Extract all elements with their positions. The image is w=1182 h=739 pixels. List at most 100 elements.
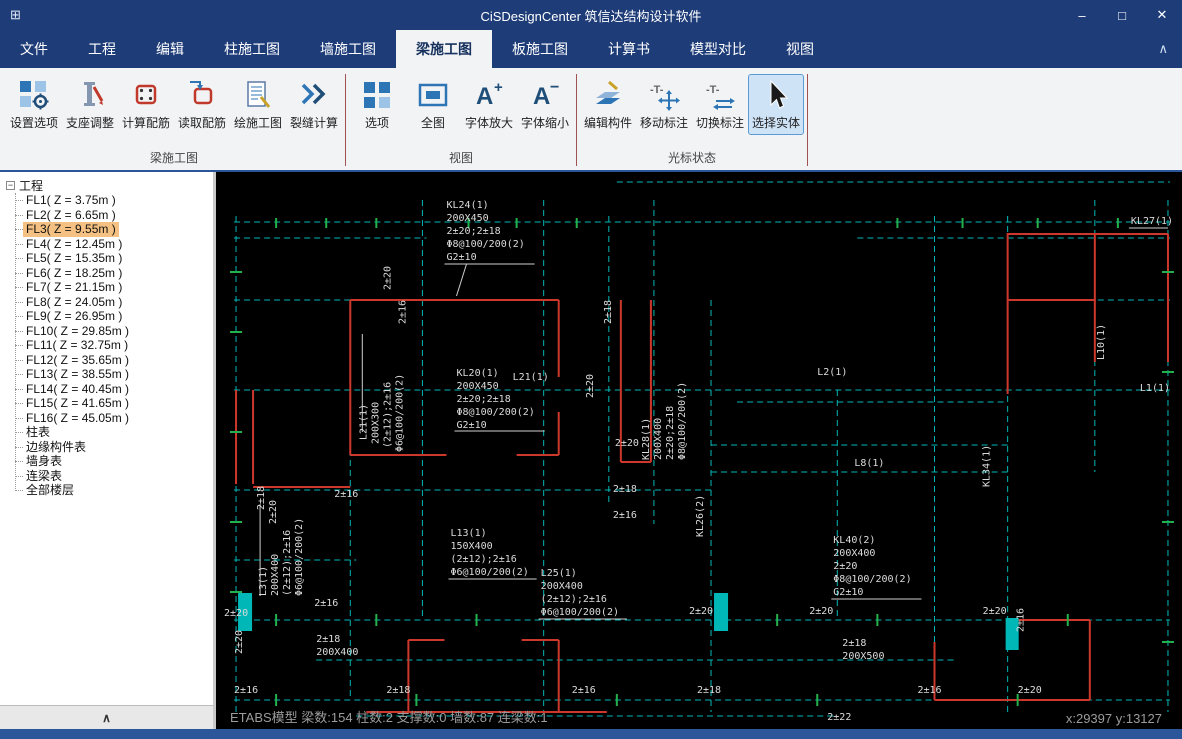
font-enlarge-icon: A +: [476, 79, 503, 110]
tree-item-10[interactable]: FL11( Z = 32.75m ): [14, 338, 131, 353]
tab-calc-book[interactable]: 计算书: [588, 30, 670, 68]
edit-member-button[interactable]: 编辑构件: [580, 74, 636, 135]
tree-item-19[interactable]: 连梁表: [14, 469, 65, 484]
tree-item-3[interactable]: FL4( Z = 12.45m ): [14, 237, 125, 252]
ribbon-group-label: 光标状态: [667, 151, 716, 165]
tab-file[interactable]: 文件: [0, 30, 68, 68]
font-shrink-icon: A −: [533, 79, 559, 110]
font-shrink-button[interactable]: A − 字体缩小: [517, 74, 573, 135]
tree-root-label: 工程: [19, 179, 44, 193]
tree-item-16[interactable]: 柱表: [14, 425, 53, 440]
tab-view[interactable]: 视图: [766, 30, 834, 68]
tree-item-18[interactable]: 墙身表: [14, 454, 65, 469]
drawing-canvas[interactable]: KL24(1) 200X450 2±20;2±18 Φ8@100/200(2) G2±1…: [216, 172, 1182, 729]
button-label: 选择实体: [751, 116, 800, 130]
calc-rebar-button[interactable]: 计算配筋: [118, 74, 174, 135]
support-ticks: [230, 218, 1174, 706]
tree-item-12[interactable]: FL13( Z = 38.55m ): [14, 367, 132, 382]
tree-item-7[interactable]: FL8( Z = 24.05m ): [14, 295, 125, 310]
tree-item-4[interactable]: FL5( Z = 15.35m ): [14, 251, 125, 266]
tree-item-1[interactable]: FL2( Z = 6.65m ): [15, 208, 119, 223]
cad-label: Φ8@100/200(2): [446, 239, 524, 250]
ribbon-tabbar: 文件 工程 编辑 柱施工图 墙施工图 梁施工图 板施工图 计算书 模型对比 视图 ∧: [0, 30, 1182, 68]
cad-label: 2±16: [572, 685, 596, 696]
cad-label: 2±20;2±18: [456, 394, 510, 405]
tree-item-2[interactable]: FL3( Z = 9.55m ): [15, 222, 119, 237]
settings-options-icon: [20, 81, 49, 110]
full-view-button[interactable]: 全图: [405, 74, 461, 135]
ribbon-group-cursor-state: 编辑构件 -T- 移动标注 -T- 切换标注 选择实体 光标状态: [580, 68, 804, 170]
button-label: 全图: [420, 116, 445, 130]
cad-label: 200X450: [456, 381, 498, 392]
draw-construction-icon: [247, 81, 271, 108]
tab-wall-drawing[interactable]: 墙施工图: [300, 30, 396, 68]
cad-label: 200X400: [316, 647, 358, 658]
ribbon-separator: [576, 74, 577, 166]
tree-expander-icon[interactable]: −: [6, 181, 15, 190]
tree-item-15[interactable]: FL16( Z = 45.05m ): [14, 411, 132, 426]
tree-item-5[interactable]: FL6( Z = 18.25m ): [14, 266, 125, 281]
cad-label: 2±20: [382, 266, 393, 290]
cad-label: Φ8@100/200(2): [833, 574, 911, 585]
cad-label: KL28(1): [641, 418, 652, 460]
cad-label: Φ8@100/200(2): [456, 407, 534, 418]
cad-label: KL27(1): [1131, 216, 1173, 227]
select-entity-button[interactable]: 选择实体: [748, 74, 804, 135]
button-label: 移动标注: [639, 116, 688, 130]
cad-label: 2±20: [809, 606, 833, 617]
maximize-button[interactable]: □: [1102, 0, 1142, 30]
tab-model-compare[interactable]: 模型对比: [670, 30, 766, 68]
view-options-button[interactable]: 选项: [349, 74, 405, 135]
panel-collapse-button[interactable]: ∧: [0, 705, 213, 729]
font-enlarge-button[interactable]: A + 字体放大: [461, 74, 517, 135]
ribbon-collapse-icon[interactable]: ∧: [1158, 41, 1168, 57]
tree-item-8[interactable]: FL9( Z = 26.95m ): [14, 309, 125, 324]
cad-label: 200X400: [270, 554, 281, 596]
support-adjust-icon: [84, 82, 104, 106]
tree-item-20[interactable]: 全部楼层: [14, 483, 77, 498]
tree-children: FL1( Z = 3.75m ) FL2( Z = 6.65m ) FL3( Z =…: [11, 193, 211, 498]
ribbon-group-beam-drawing: 设置选项 支座调整 计算配筋 读取配筋 绘施工图 裂缝计算 梁施工图: [6, 68, 342, 170]
tab-beam-drawing[interactable]: 梁施工图: [396, 30, 492, 68]
window-title: CiSDesignCenter 筑信达结构设计软件: [480, 8, 702, 24]
cad-label: 2±20: [983, 606, 1007, 617]
cad-label: 2±20: [833, 561, 857, 572]
tree-item-17[interactable]: 边缘构件表: [14, 440, 89, 455]
cad-label: 2±18: [697, 685, 721, 696]
minimize-button[interactable]: –: [1062, 0, 1102, 30]
tree-item-6[interactable]: FL7( Z = 21.15m ): [14, 280, 125, 295]
tree-item-9[interactable]: FL10( Z = 29.85m ): [14, 324, 132, 339]
toggle-annotation-button[interactable]: -T- 切换标注: [692, 74, 748, 135]
button-label: 字体放大: [464, 116, 513, 130]
read-rebar-button[interactable]: 读取配筋: [174, 74, 230, 135]
tree-item-11[interactable]: FL12( Z = 35.65m ): [14, 353, 132, 368]
cad-label: 2±16: [613, 510, 637, 521]
move-annotation-button[interactable]: -T- 移动标注: [636, 74, 692, 135]
settings-options-button[interactable]: 设置选项: [6, 74, 62, 135]
button-label: 读取配筋: [177, 116, 226, 130]
cad-label: KL34(1): [982, 445, 993, 487]
titlebar: ⊞ CiSDesignCenter 筑信达结构设计软件 – □ ✕: [0, 0, 1182, 30]
crack-calc-button[interactable]: 裂缝计算: [286, 74, 342, 135]
cad-label: 2±20: [224, 608, 248, 619]
cad-label: (2±12);2±16: [450, 554, 516, 565]
tree-item-13[interactable]: FL14( Z = 40.45m ): [14, 382, 132, 397]
cad-label: 2±20;2±18: [446, 226, 500, 237]
statusbar-model-info: ETABS模型 梁数:154 柱数:2 支撑数:0 墙数:87 连梁数:1: [230, 710, 548, 725]
view-options-icon: [364, 82, 390, 108]
app-icon[interactable]: ⊞: [10, 7, 21, 23]
ribbon: 设置选项 支座调整 计算配筋 读取配筋 绘施工图 裂缝计算 梁施工图 选项 全图…: [0, 68, 1182, 172]
draw-construction-button[interactable]: 绘施工图: [230, 74, 286, 135]
ribbon-group-view: 选项 全图 A + 字体放大 A − 字体缩小 视图: [349, 68, 573, 170]
support-adjust-button[interactable]: 支座调整: [62, 74, 118, 135]
tab-column-drawing[interactable]: 柱施工图: [204, 30, 300, 68]
tab-slab-drawing[interactable]: 板施工图: [492, 30, 588, 68]
tree-item-0[interactable]: FL1( Z = 3.75m ): [15, 193, 119, 208]
close-button[interactable]: ✕: [1142, 0, 1182, 30]
tab-project[interactable]: 工程: [68, 30, 136, 68]
toggle-annotation-icon: -T-: [706, 84, 735, 110]
tab-edit[interactable]: 编辑: [136, 30, 204, 68]
calc-rebar-icon: [135, 84, 157, 105]
tree-item-14[interactable]: FL15( Z = 41.65m ): [14, 396, 132, 411]
tree-root[interactable]: − 工程: [6, 178, 211, 193]
